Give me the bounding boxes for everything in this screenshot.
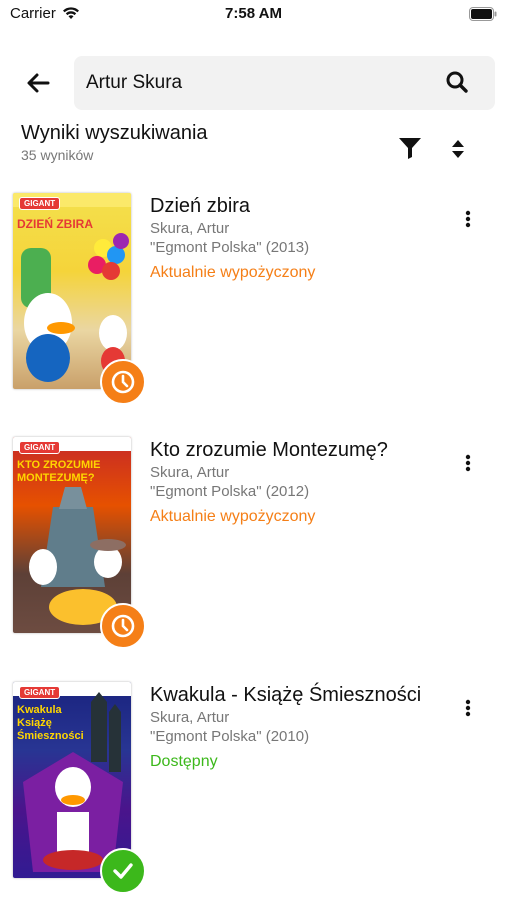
item-title[interactable]: Dzień zbira <box>150 195 250 218</box>
book-cover: GIGANT DZIEŃ ZBIRA <box>13 193 131 389</box>
sort-icon <box>452 140 464 158</box>
cover-logo: GIGANT <box>19 441 61 454</box>
more-vertical-icon <box>465 699 471 717</box>
available-badge <box>100 848 146 894</box>
list-item[interactable]: GIGANT KTO ZROZUMIE MONTEZUMĘ? Kto zrozu… <box>0 437 507 649</box>
filter-button[interactable] <box>398 136 424 162</box>
book-cover: GIGANT Kwakula Książę Śmieszności <box>13 682 131 878</box>
sort-button[interactable] <box>451 138 471 162</box>
cover-title: Kwakula Książę Śmieszności <box>17 704 84 742</box>
search-input[interactable] <box>86 56 426 110</box>
borrowed-badge <box>100 359 146 405</box>
more-vertical-icon <box>465 454 471 472</box>
more-options-button[interactable] <box>458 451 478 475</box>
borrowed-badge <box>100 603 146 649</box>
results-header: Wyniki wyszukiwania 35 wyników <box>21 122 208 163</box>
battery-icon <box>469 7 497 26</box>
search-icon <box>446 71 468 93</box>
search-button[interactable] <box>445 70 471 96</box>
search-box <box>74 56 495 110</box>
item-status: Dostępny <box>150 753 218 770</box>
clock-icon <box>111 614 135 638</box>
clock-icon <box>111 370 135 394</box>
book-cover: GIGANT KTO ZROZUMIE MONTEZUMĘ? <box>13 437 131 633</box>
cover-title: KTO ZROZUMIE MONTEZUMĘ? <box>17 459 101 484</box>
cover-logo: GIGANT <box>19 197 61 210</box>
results-count: 35 wyników <box>21 147 94 163</box>
arrow-left-icon <box>27 73 50 93</box>
cover-title: DZIEŃ ZBIRA <box>17 217 93 231</box>
item-publisher: "Egmont Polska" (2012) <box>150 483 310 500</box>
status-bar: Carrier 7:58 AM <box>0 0 507 30</box>
list-item[interactable]: GIGANT DZIEŃ ZBIRA Dzień zbira Skura, Ar… <box>0 193 507 405</box>
filter-icon <box>399 138 421 159</box>
results-title: Wyniki wyszukiwania <box>21 122 208 144</box>
search-bar-row <box>0 56 507 110</box>
list-item[interactable]: GIGANT Kwakula Książę Śmieszności Kwakul… <box>0 682 507 894</box>
item-status: Aktualnie wypożyczony <box>150 264 316 281</box>
clock: 7:58 AM <box>225 5 282 22</box>
more-vertical-icon <box>465 210 471 228</box>
item-publisher: "Egmont Polska" (2010) <box>150 728 310 745</box>
item-author: Skura, Artur <box>150 709 230 726</box>
item-author: Skura, Artur <box>150 464 230 481</box>
item-status: Aktualnie wypożyczony <box>150 508 316 525</box>
item-title[interactable]: Kto zrozumie Montezumę? <box>150 439 388 462</box>
item-author: Skura, Artur <box>150 220 230 237</box>
check-icon <box>113 863 133 879</box>
item-publisher: "Egmont Polska" (2013) <box>150 239 310 256</box>
more-options-button[interactable] <box>458 207 478 231</box>
item-title[interactable]: Kwakula - Książę Śmieszności <box>150 684 421 707</box>
back-button[interactable] <box>20 66 56 100</box>
cover-logo: GIGANT <box>19 686 61 699</box>
more-options-button[interactable] <box>458 696 478 720</box>
